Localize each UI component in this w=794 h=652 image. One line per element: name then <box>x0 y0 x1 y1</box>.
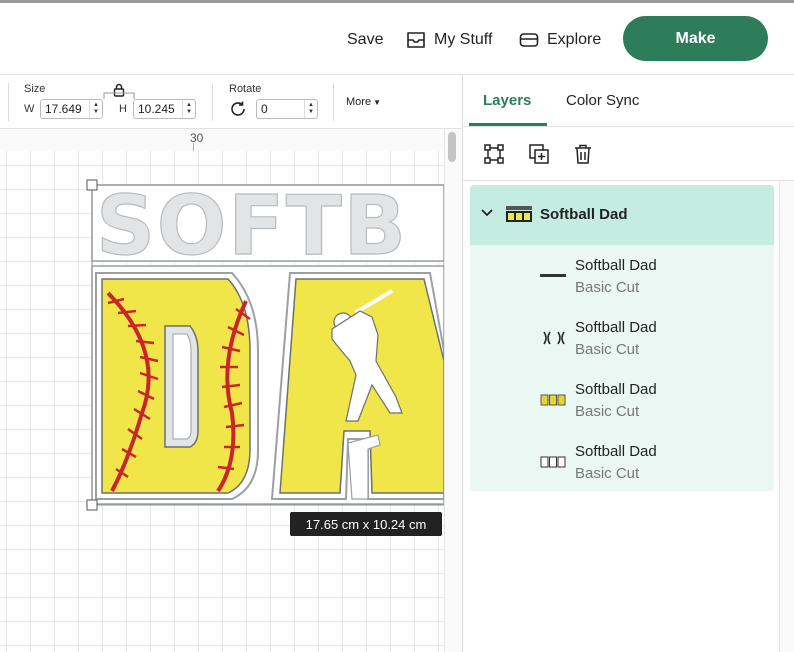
canvas-vertical-scrollbar[interactable] <box>444 129 463 652</box>
softball-dad-design[interactable]: SOFTB <box>0 151 444 652</box>
layer-group-header[interactable]: Softball Dad <box>470 185 774 245</box>
save-button[interactable]: Save <box>347 31 383 49</box>
layer-name: Softball Dad <box>575 319 657 336</box>
softball-word-group: SOFTB <box>91 178 444 275</box>
ruler-number: 30 <box>190 131 204 145</box>
width-label: W <box>24 103 35 115</box>
softball-text-thumb-icon <box>540 267 566 285</box>
layer-item[interactable]: Softball Dad Basic Cut <box>470 371 774 433</box>
tab-color-sync[interactable]: Color Sync <box>566 92 639 109</box>
design-canvas[interactable]: SOFTB <box>0 151 444 652</box>
height-label: H <box>119 103 127 115</box>
lock-bracket-icon <box>103 92 135 99</box>
height-value: 10.245 <box>138 102 175 116</box>
delete-button[interactable] <box>571 142 595 166</box>
actions-divider <box>463 180 794 181</box>
layers-panel: Layers Color Sync Softball Dad Softball … <box>462 75 794 652</box>
layer-operation: Basic Cut <box>575 403 640 420</box>
save-label: Save <box>347 31 384 48</box>
dimension-readout: 17.65 cm x 10.24 cm <box>290 512 442 536</box>
layer-name: Softball Dad <box>575 443 657 460</box>
dad-yellow-thumb-icon <box>540 391 566 409</box>
trash-icon <box>575 144 591 164</box>
tab-layers[interactable]: Layers <box>483 92 531 109</box>
group-title: Softball Dad <box>540 206 628 223</box>
rotate-icon[interactable] <box>229 100 247 118</box>
rotate-input[interactable]: 0 ▲ ▼ <box>256 99 318 119</box>
rotate-label: Rotate <box>229 83 262 95</box>
make-button[interactable]: Make <box>623 16 768 61</box>
my-stuff-label: My Stuff <box>434 31 493 48</box>
size-label: Size <box>24 83 46 95</box>
letter-d-counter-inner <box>172 333 192 440</box>
explore-button[interactable]: Explore <box>519 31 601 49</box>
layer-item[interactable]: Softball Dad Basic Cut <box>470 309 774 371</box>
layer-group: Softball Dad Softball Dad Basic Cut Soft… <box>470 185 774 491</box>
stitch-thumb-icon <box>540 329 566 347</box>
more-menu[interactable]: More ▼ <box>346 96 381 108</box>
toolbar-divider <box>8 83 9 121</box>
explore-label: Explore <box>547 31 602 48</box>
chevron-down-icon[interactable] <box>481 209 493 217</box>
more-label: More <box>346 96 372 108</box>
edit-toolbar: Size W 17.649 ▲ ▼ H 10.245 ▲ ▼ Rotate 0 ▲ ▼… <box>0 75 462 129</box>
selection-handle-bottom-left[interactable] <box>86 499 98 511</box>
group-button[interactable] <box>482 142 506 166</box>
app-header: Save My Stuff Explore Make <box>0 3 794 75</box>
horizontal-ruler: 30 <box>0 129 444 152</box>
height-input[interactable]: 10.245 ▲ ▼ <box>133 99 196 119</box>
group-icon <box>484 144 504 164</box>
explore-icon <box>519 33 539 47</box>
duplicate-button[interactable] <box>527 142 551 166</box>
softball-word-text: SOFTB <box>96 179 436 274</box>
height-stepper[interactable]: ▲ ▼ <box>182 100 195 118</box>
toolbar-divider <box>333 83 334 121</box>
duplicate-icon <box>529 144 549 164</box>
caret-down-icon: ▼ <box>373 98 381 107</box>
toolbar-divider <box>212 83 213 121</box>
width-stepper[interactable]: ▲ ▼ <box>89 100 102 118</box>
selection-handle-top-left[interactable] <box>86 179 98 191</box>
inbox-icon <box>407 32 425 48</box>
tabs-divider <box>463 126 794 127</box>
dad-outline-thumb-icon <box>540 453 566 471</box>
width-input[interactable]: 17.649 ▲ ▼ <box>40 99 103 119</box>
panel-vertical-scrollbar[interactable] <box>779 181 794 652</box>
width-value: 17.649 <box>45 102 82 116</box>
layer-name: Softball Dad <box>575 381 657 398</box>
group-thumbnail-icon <box>506 206 532 222</box>
layer-item[interactable]: Softball Dad Basic Cut <box>470 433 774 495</box>
layer-name: Softball Dad <box>575 257 657 274</box>
layer-operation: Basic Cut <box>575 341 640 358</box>
rotate-value: 0 <box>261 102 268 116</box>
canvas-scroll-thumb[interactable] <box>448 132 456 162</box>
layer-item[interactable]: Softball Dad Basic Cut <box>470 247 774 309</box>
layer-operation: Basic Cut <box>575 279 640 296</box>
layer-operation: Basic Cut <box>575 465 640 482</box>
my-stuff-button[interactable]: My Stuff <box>406 31 492 49</box>
rotate-stepper[interactable]: ▲ ▼ <box>304 100 317 118</box>
